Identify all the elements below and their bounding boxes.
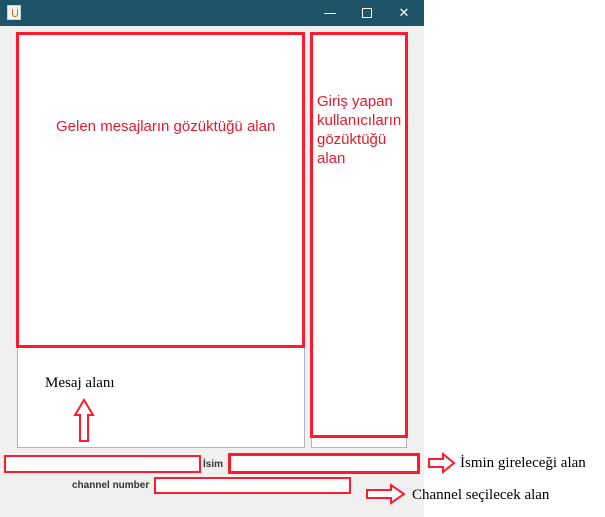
right-arrow-icon [366,483,406,505]
channel-field-annotation: Channel seçilecek alan [412,487,550,503]
annotation-arrows [73,398,456,505]
right-arrow-icon [428,451,456,475]
name-field-annotation: İsmin gireleceği alan [460,455,586,471]
up-arrow-icon [73,398,95,442]
